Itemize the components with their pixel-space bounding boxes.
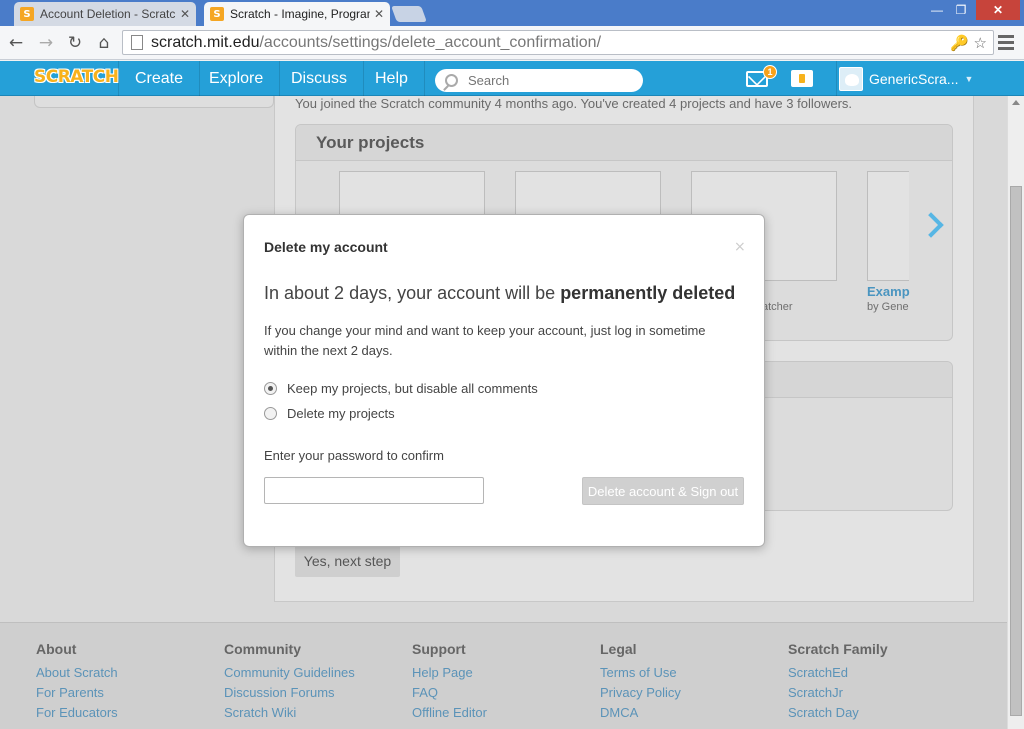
user-menu[interactable]: GenericScra... ▼ <box>836 61 978 96</box>
scrollbar-thumb[interactable] <box>1010 186 1022 716</box>
footer-link[interactable]: DMCA <box>600 703 681 723</box>
footer-link[interactable]: ScratchEd <box>788 663 888 683</box>
radio-button[interactable] <box>264 407 277 420</box>
tab-title: Scratch - Imagine, Program <box>230 7 370 21</box>
footer-link[interactable]: Help Page <box>412 663 487 683</box>
nav-discuss[interactable]: Discuss <box>275 61 365 96</box>
username: GenericScra... <box>869 70 959 87</box>
scratch-favicon-icon: S <box>20 7 34 21</box>
back-arrow-icon[interactable]: ← <box>6 33 26 53</box>
nav-create[interactable]: Create <box>118 61 201 96</box>
tab-title: Account Deletion - Scratch <box>40 7 176 21</box>
footer-link[interactable]: For Parents <box>36 683 118 703</box>
notification-badge: 1 <box>763 65 777 79</box>
page-scrollbar[interactable] <box>1007 96 1024 729</box>
account-summary-text: You joined the Scratch community 4 month… <box>295 96 853 111</box>
password-label: Enter your password to confirm <box>264 448 444 463</box>
footer-heading: Support <box>412 641 466 657</box>
project-author: by Gene <box>867 301 909 313</box>
footer-heading: About <box>36 641 77 657</box>
footer-col-legal: Legal Terms of Use Privacy Policy DMCA <box>600 641 681 723</box>
reload-icon[interactable]: ↻ <box>65 33 85 53</box>
footer-col-scratch-family: Scratch Family ScratchEd ScratchJr Scrat… <box>788 641 888 723</box>
footer-heading: Scratch Family <box>788 641 888 657</box>
my-stuff-folder-icon[interactable] <box>791 70 813 87</box>
headline-text: In about 2 days, your account will be <box>264 283 561 303</box>
project-thumbnail[interactable] <box>867 171 909 281</box>
footer-col-community: Community Community Guidelines Discussio… <box>224 641 355 723</box>
footer-link[interactable]: Scratch Day <box>788 703 888 723</box>
scroll-up-arrow-icon[interactable] <box>1012 100 1020 105</box>
password-field[interactable] <box>264 477 484 504</box>
footer-link[interactable]: Discussion Forums <box>224 683 355 703</box>
footer-link[interactable]: Privacy Policy <box>600 683 681 703</box>
option-label: Delete my projects <box>287 406 395 421</box>
url-path: /accounts/settings/delete_account_confir… <box>259 33 602 51</box>
dialog-title: Delete my account <box>264 239 388 255</box>
page-icon <box>131 35 143 50</box>
footer-link[interactable]: ScratchJr <box>788 683 888 703</box>
footer-col-support: Support Help Page FAQ Offline Editor <box>412 641 487 723</box>
window-maximize-button[interactable]: ❐ <box>950 0 972 20</box>
radio-button-checked[interactable] <box>264 382 277 395</box>
project-title-link[interactable]: Examp <box>867 284 910 299</box>
footer-col-about: About About Scratch For Parents For Educ… <box>36 641 118 723</box>
url-host: scratch.mit.edu <box>151 33 260 51</box>
browser-toolbar: ← → ↻ ⌂ scratch.mit.edu/accounts/setting… <box>0 26 1024 60</box>
footer-link[interactable]: Offline Editor <box>412 703 487 723</box>
option-keep-projects[interactable]: Keep my projects, but disable all commen… <box>264 381 538 396</box>
footer-link[interactable]: Scratch Wiki <box>224 703 355 723</box>
footer-link[interactable]: For Educators <box>36 703 118 723</box>
nav-help[interactable]: Help <box>359 61 425 96</box>
project-caption: atcher <box>762 301 793 313</box>
footer-heading: Community <box>224 641 301 657</box>
footer: About About Scratch For Parents For Educ… <box>0 622 1007 729</box>
browser-tab-scratch-home[interactable]: S Scratch - Imagine, Program ✕ <box>204 2 390 26</box>
scratch-favicon-icon: S <box>210 7 224 21</box>
browser-menu-icon[interactable] <box>998 35 1014 53</box>
avatar <box>839 66 863 91</box>
search-box[interactable] <box>435 69 643 92</box>
close-icon[interactable]: × <box>734 239 746 255</box>
left-panel <box>34 96 274 108</box>
footer-link[interactable]: FAQ <box>412 683 487 703</box>
tab-close-icon[interactable]: ✕ <box>180 7 190 21</box>
tab-close-icon[interactable]: ✕ <box>374 7 384 21</box>
dialog-headline: In about 2 days, your account will be pe… <box>264 283 735 304</box>
nav-explore[interactable]: Explore <box>193 61 281 96</box>
new-tab-button[interactable] <box>391 6 427 22</box>
window-minimize-button[interactable]: — <box>926 0 948 20</box>
dialog-body-text: If you change your mind and want to keep… <box>264 323 706 358</box>
home-icon[interactable]: ⌂ <box>94 33 114 53</box>
footer-heading: Legal <box>600 641 637 657</box>
delete-account-dialog: Delete my account × In about 2 days, you… <box>243 214 765 547</box>
footer-link[interactable]: About Scratch <box>36 663 118 683</box>
search-input[interactable] <box>468 73 628 88</box>
option-label: Keep my projects, but disable all commen… <box>287 381 538 396</box>
chevron-down-icon: ▼ <box>964 73 974 84</box>
option-delete-projects[interactable]: Delete my projects <box>264 406 395 421</box>
next-step-button[interactable]: Yes, next step <box>295 544 400 577</box>
address-bar[interactable]: scratch.mit.edu/accounts/settings/delete… <box>122 30 994 55</box>
browser-tab-account-deletion[interactable]: S Account Deletion - Scratch ✕ <box>14 2 196 26</box>
bookmark-star-icon[interactable]: 🔑 ☆ <box>950 34 987 52</box>
footer-link[interactable]: Community Guidelines <box>224 663 355 683</box>
delete-account-button[interactable]: Delete account & Sign out <box>582 477 744 505</box>
footer-link[interactable]: Terms of Use <box>600 663 681 683</box>
headline-emphasis: permanently deleted <box>560 283 736 303</box>
your-projects-title: Your projects <box>296 125 952 161</box>
search-icon <box>445 74 458 87</box>
forward-arrow-icon[interactable]: → <box>36 33 56 53</box>
scratch-logo[interactable]: SCRATCH <box>34 67 119 87</box>
window-close-button[interactable]: ✕ <box>976 0 1020 20</box>
browser-tab-strip: S Account Deletion - Scratch ✕ S Scratch… <box>0 0 1024 26</box>
